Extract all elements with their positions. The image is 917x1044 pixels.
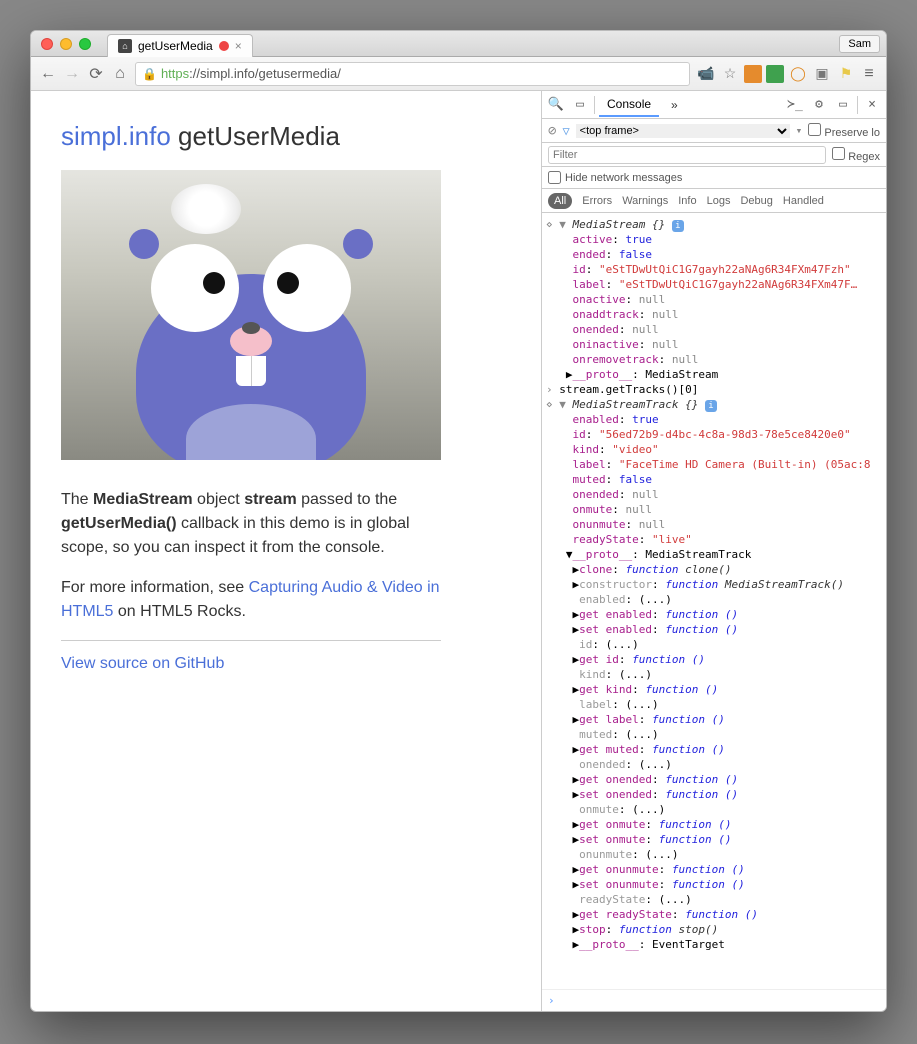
- url-toolbar: ← → ⟳ ⌂ 🔒 https://simpl.info/getusermedi…: [31, 57, 886, 91]
- level-all[interactable]: All: [548, 193, 572, 209]
- recording-indicator-icon: [219, 41, 229, 51]
- devtools-close-icon[interactable]: ×: [862, 97, 882, 112]
- title-rest: getUserMedia: [171, 121, 340, 151]
- video-preview: [61, 170, 441, 460]
- filter-bar: Regex: [542, 143, 886, 167]
- tab-title: getUserMedia: [138, 39, 213, 53]
- page-content: simpl.info getUserMedia The MediaStream …: [31, 91, 541, 1011]
- regex-checkbox[interactable]: [832, 147, 845, 160]
- gopher-plush: [121, 214, 381, 460]
- level-info[interactable]: Info: [678, 195, 696, 207]
- extension-icon-2[interactable]: [766, 65, 784, 83]
- level-warnings[interactable]: Warnings: [622, 195, 668, 207]
- traffic-lights: [41, 38, 91, 50]
- level-logs[interactable]: Logs: [707, 195, 731, 207]
- log-levels: All Errors Warnings Info Logs Debug Hand…: [542, 189, 886, 213]
- profile-button[interactable]: Sam: [839, 35, 880, 53]
- maximize-window-button[interactable]: [79, 38, 91, 50]
- hide-network-checkbox[interactable]: [548, 171, 561, 184]
- level-errors[interactable]: Errors: [582, 195, 612, 207]
- drawer-toggle-icon[interactable]: ≻_: [785, 97, 805, 112]
- url-path: ://simpl.info/getusermedia/: [189, 66, 341, 81]
- level-handled[interactable]: Handled: [783, 195, 824, 207]
- tab-console[interactable]: Console: [599, 93, 659, 117]
- extension-icon-1[interactable]: [744, 65, 762, 83]
- level-debug[interactable]: Debug: [740, 195, 772, 207]
- dock-icon[interactable]: ▭: [833, 97, 853, 112]
- context-bar: ⊘ ▽ <top frame> ▾ Preserve lo: [542, 119, 886, 143]
- frame-select[interactable]: <top frame>: [576, 124, 790, 138]
- extension-icon-4[interactable]: ⚑: [836, 65, 856, 83]
- camera-indicator-icon[interactable]: 📹: [696, 65, 716, 83]
- filter-funnel-icon[interactable]: ▽: [562, 124, 569, 138]
- close-window-button[interactable]: [41, 38, 53, 50]
- page-title: simpl.info getUserMedia: [61, 121, 511, 152]
- search-icon[interactable]: 🔍: [546, 97, 566, 112]
- console-output[interactable]: ⋄ ▼ MediaStream {} i active: true ended:…: [542, 213, 886, 989]
- toolbar-icons: 📹 ☆ ◯ ▣ ⚑ ≡: [696, 65, 878, 83]
- brand-link[interactable]: simpl.info: [61, 121, 171, 151]
- extension-icon-3[interactable]: ◯: [788, 65, 808, 83]
- devtools-tabs: 🔍 ▭ Console » ≻_ ⚙ ▭ ×: [542, 91, 886, 119]
- settings-gear-icon[interactable]: ⚙: [809, 97, 829, 112]
- console-prompt[interactable]: ›: [542, 989, 886, 1011]
- devtools-panel: 🔍 ▭ Console » ≻_ ⚙ ▭ × ⊘ ▽ <top frame> ▾: [541, 91, 886, 1011]
- bookmark-star-icon[interactable]: ☆: [720, 65, 740, 83]
- home-button[interactable]: ⌂: [111, 65, 129, 83]
- tab-more[interactable]: »: [663, 94, 686, 116]
- filter-input[interactable]: [548, 146, 826, 164]
- separator: [61, 640, 441, 641]
- tab-favicon: ⌂: [118, 39, 132, 53]
- forward-button[interactable]: →: [63, 65, 81, 83]
- browser-tab[interactable]: ⌂ getUserMedia ×: [107, 34, 253, 57]
- hide-network-row: Hide network messages: [542, 167, 886, 189]
- browser-window: ⌂ getUserMedia × Sam ← → ⟳ ⌂ 🔒 https://s…: [30, 30, 887, 1012]
- back-button[interactable]: ←: [39, 65, 57, 83]
- github-link[interactable]: View source on GitHub: [61, 655, 224, 672]
- lock-icon: 🔒: [142, 67, 157, 81]
- cast-icon[interactable]: ▣: [812, 65, 832, 83]
- paragraph-1: The MediaStream object stream passed to …: [61, 488, 441, 560]
- reload-button[interactable]: ⟳: [87, 64, 105, 84]
- menu-button[interactable]: ≡: [860, 65, 878, 83]
- minimize-window-button[interactable]: [60, 38, 72, 50]
- clear-console-icon[interactable]: ⊘: [548, 123, 556, 139]
- preserve-log-checkbox[interactable]: [808, 123, 821, 136]
- device-toggle-icon[interactable]: ▭: [570, 97, 590, 112]
- address-bar[interactable]: 🔒 https://simpl.info/getusermedia/: [135, 62, 690, 86]
- window-titlebar: ⌂ getUserMedia × Sam: [31, 31, 886, 57]
- tab-close-icon[interactable]: ×: [235, 39, 242, 53]
- url-scheme: https: [161, 66, 189, 81]
- paragraph-2: For more information, see Capturing Audi…: [61, 576, 441, 624]
- content-area: simpl.info getUserMedia The MediaStream …: [31, 91, 886, 1011]
